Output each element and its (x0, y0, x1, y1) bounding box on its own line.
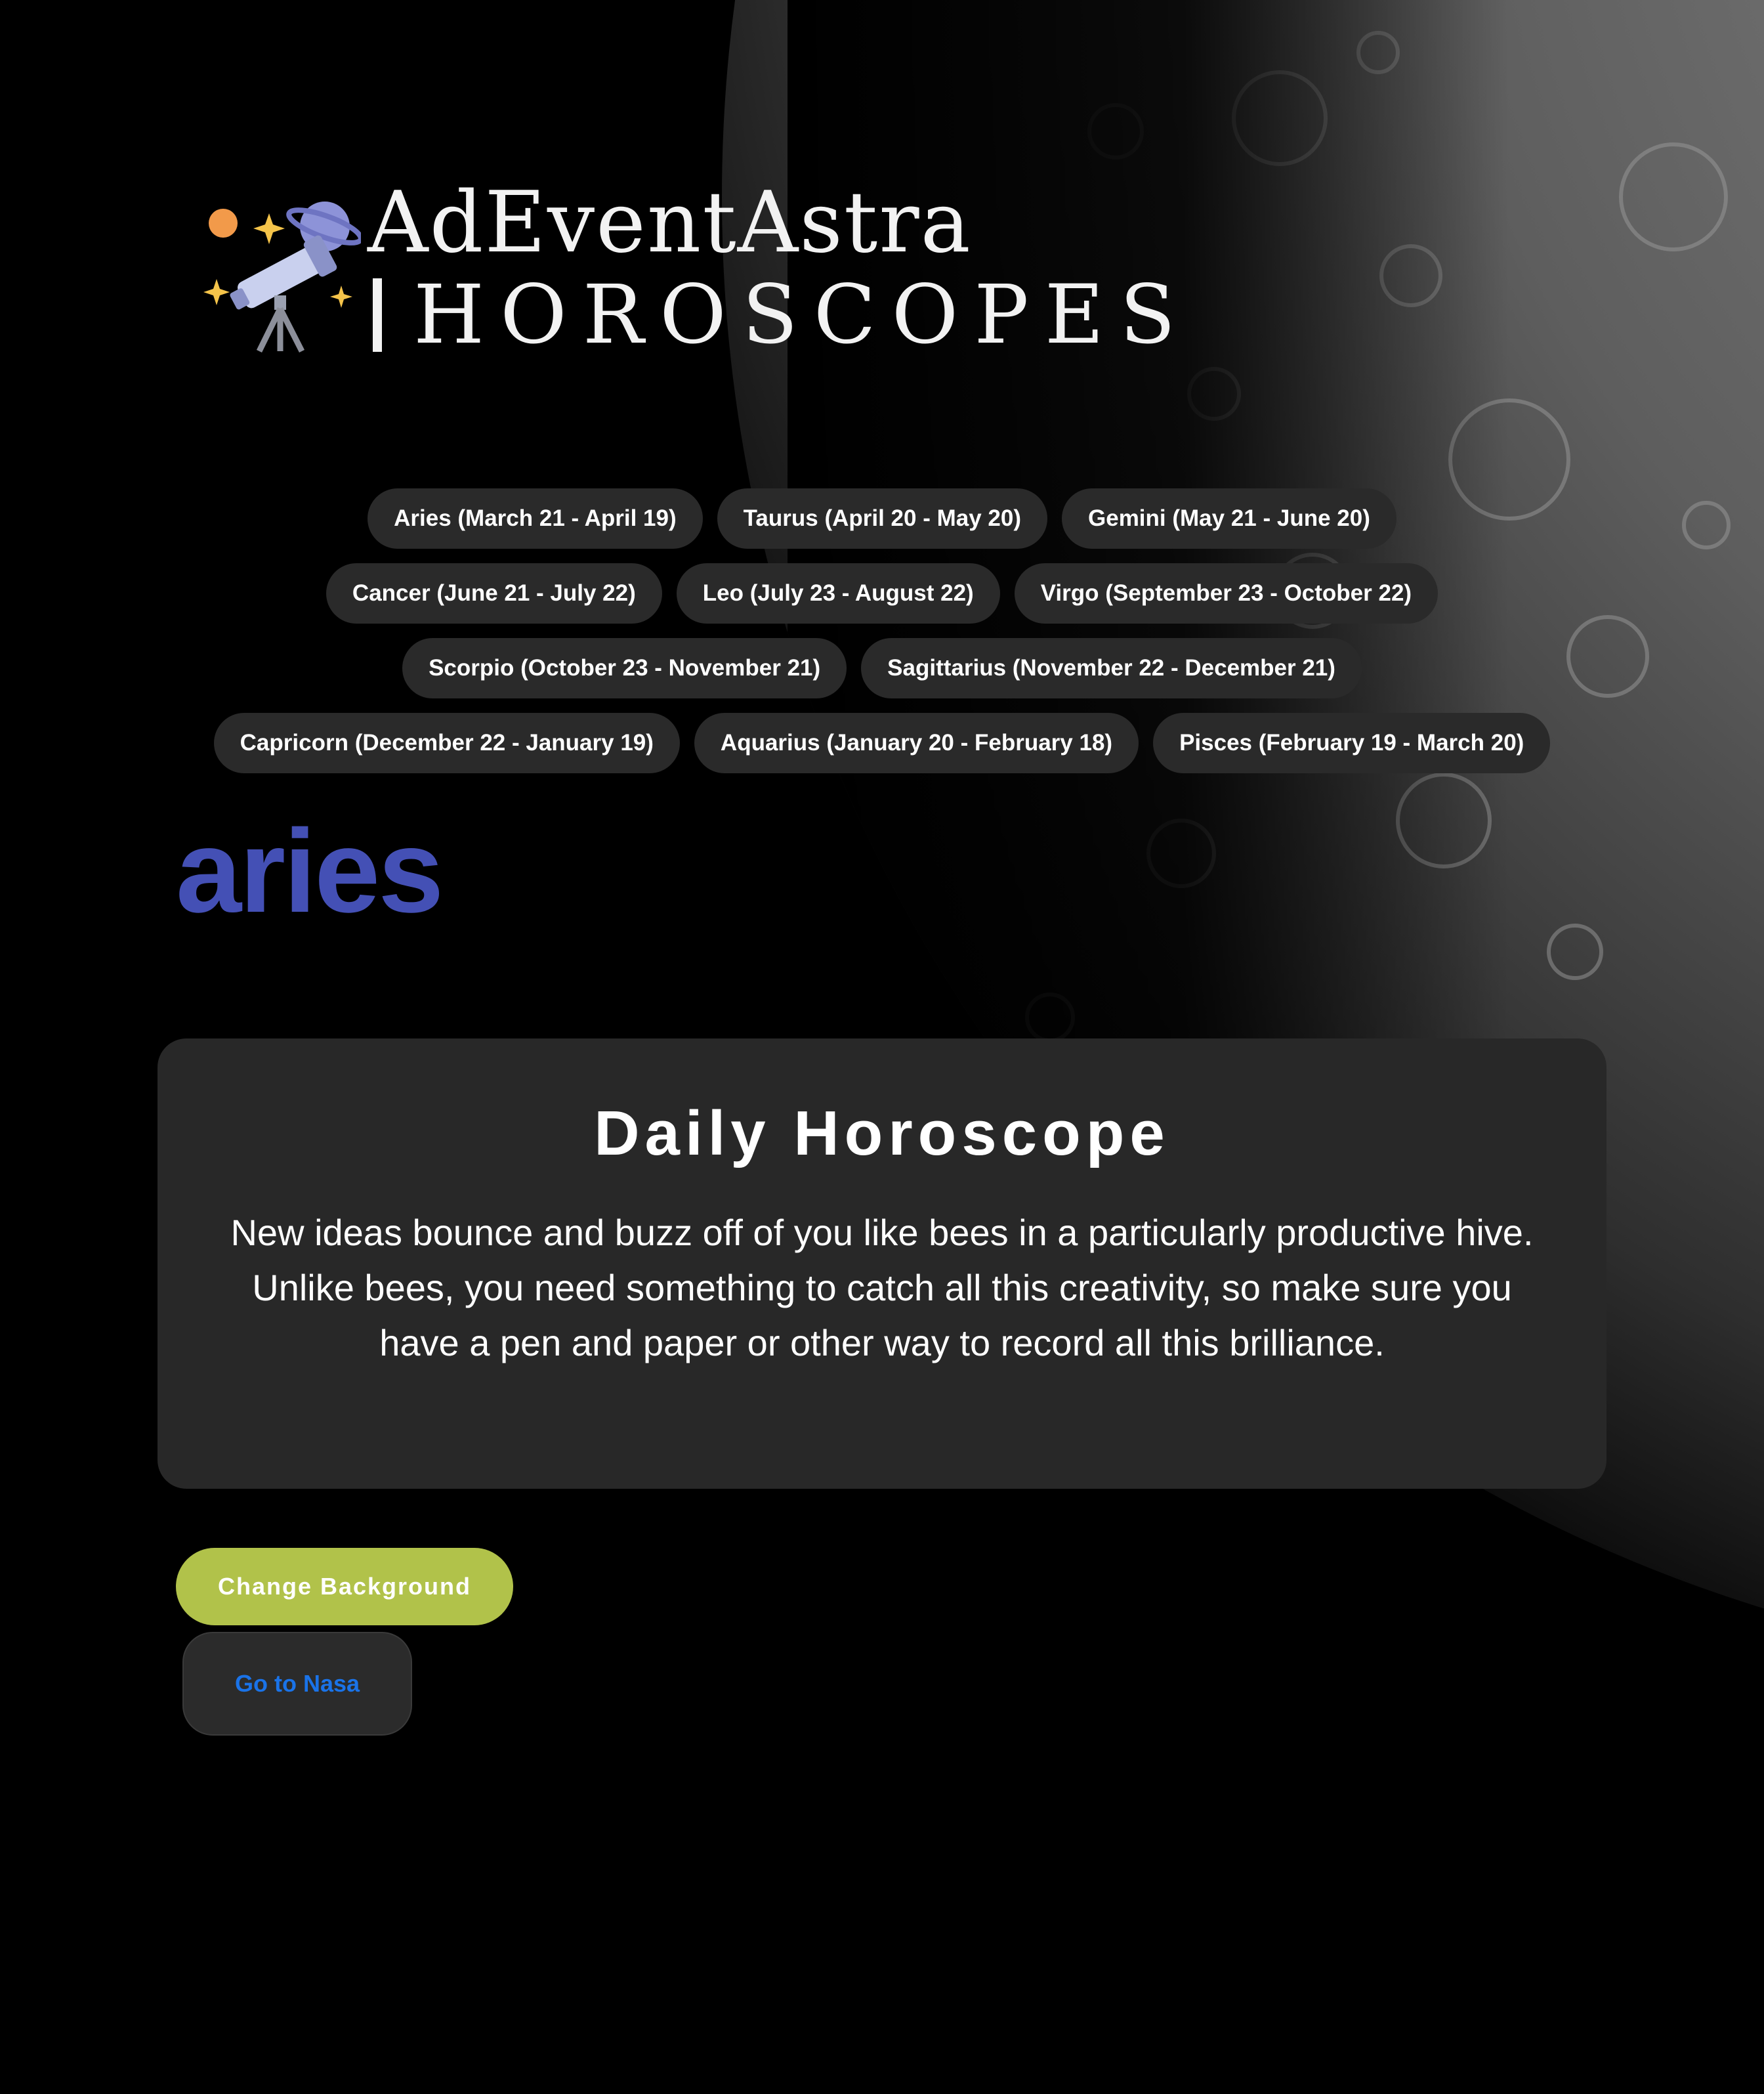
sign-button-aquarius[interactable]: Aquarius (January 20 - February 18) (694, 713, 1139, 773)
sign-row: Cancer (June 21 - July 22) Leo (July 23 … (326, 563, 1438, 624)
site-header: AdEventAstra HOROSCOPES (203, 177, 1191, 361)
sign-button-capricorn[interactable]: Capricorn (December 22 - January 19) (213, 713, 680, 773)
selected-sign-title: aries (176, 805, 444, 937)
brand-divider (373, 278, 382, 352)
page: AdEventAstra HOROSCOPES Aries (March 21 … (0, 0, 1764, 2094)
brand-name: AdEventAstra (368, 174, 972, 272)
brand-subtitle: HOROSCOPES (413, 268, 1192, 362)
sign-button-gemini[interactable]: Gemini (May 21 - June 20) (1062, 488, 1396, 549)
sign-button-pisces[interactable]: Pisces (February 19 - March 20) (1153, 713, 1551, 773)
sign-row: Aries (March 21 - April 19) Taurus (Apri… (368, 488, 1396, 549)
sign-button-cancer[interactable]: Cancer (June 21 - July 22) (326, 563, 662, 624)
brand: AdEventAstra HOROSCOPES (368, 174, 1191, 362)
horoscope-title: Daily Horoscope (594, 1098, 1170, 1168)
sign-button-scorpio[interactable]: Scorpio (October 23 - November 21) (402, 638, 847, 698)
sign-button-sagittarius[interactable]: Sagittarius (November 22 - December 21) (861, 638, 1362, 698)
sign-row: Capricorn (December 22 - January 19) Aqu… (213, 713, 1551, 773)
horoscope-text: New ideas bounce and buzz off of you lik… (230, 1212, 1534, 1363)
go-to-nasa-button[interactable]: Go to Nasa (182, 1632, 412, 1736)
sign-button-leo[interactable]: Leo (July 23 - August 22) (676, 563, 1000, 624)
horoscope-card: Daily Horoscope New ideas bounce and buz… (158, 1038, 1606, 1489)
sign-button-aries[interactable]: Aries (March 21 - April 19) (368, 488, 703, 549)
telescope-icon (203, 202, 361, 353)
sign-row: Scorpio (October 23 - November 21) Sagit… (402, 638, 1362, 698)
sign-button-virgo[interactable]: Virgo (September 23 - October 22) (1014, 563, 1438, 624)
sign-button-taurus[interactable]: Taurus (April 20 - May 20) (717, 488, 1047, 549)
zodiac-sign-list: Aries (March 21 - April 19) Taurus (Apri… (0, 488, 1764, 788)
brand-subtitle-row: HOROSCOPES (368, 269, 1191, 361)
change-background-button[interactable]: Change Background (176, 1548, 513, 1625)
